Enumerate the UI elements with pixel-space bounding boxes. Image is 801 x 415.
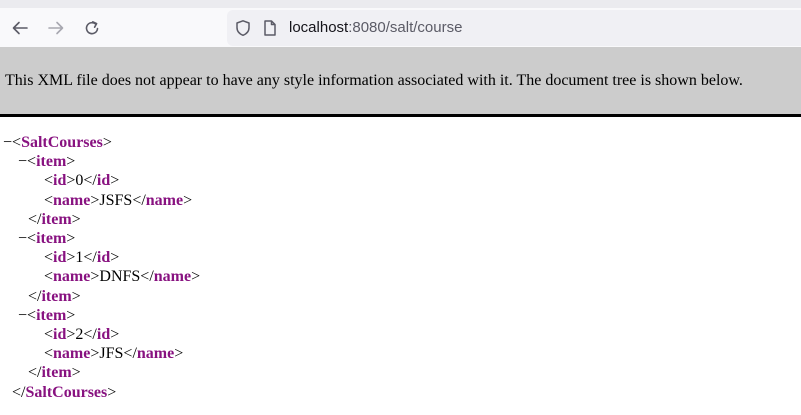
tag-name: id xyxy=(96,326,111,343)
url-text[interactable]: localhost:8080/salt/course xyxy=(289,18,462,38)
collapse-toggle[interactable]: − xyxy=(3,134,12,151)
xml-item-close: </item> xyxy=(28,210,81,228)
arrow-left-icon xyxy=(12,21,28,35)
tag-name: SaltCourses xyxy=(21,134,103,151)
address-bar[interactable]: localhost:8080/salt/course xyxy=(227,10,801,46)
url-path: :8080/salt/course xyxy=(348,19,463,36)
tag-name: id xyxy=(96,172,111,190)
collapse-toggle[interactable]: − xyxy=(18,307,27,324)
tag-name: item xyxy=(36,153,67,171)
name-value: JFS xyxy=(99,345,124,363)
tag-name: name xyxy=(153,268,192,286)
xml-id-element: <id>1</id> xyxy=(44,249,120,267)
tag-name: item xyxy=(41,287,72,305)
xml-name-element: <name>JSFS</name> xyxy=(44,191,193,209)
back-button[interactable] xyxy=(8,16,32,40)
name-value: JSFS xyxy=(99,191,133,209)
xml-root-close: </SaltCourses> xyxy=(12,383,117,401)
tag-name: id xyxy=(53,249,67,267)
tag-name: name xyxy=(53,268,91,286)
tracking-protection-shield-icon[interactable] xyxy=(234,19,252,37)
tag-name: item xyxy=(41,364,72,382)
browser-toolbar: localhost:8080/salt/course xyxy=(0,0,801,47)
tag-name: item xyxy=(36,230,67,247)
tag-name: id xyxy=(53,326,67,343)
url-host: localhost xyxy=(289,19,349,36)
collapse-toggle[interactable]: − xyxy=(18,230,27,247)
tag-name: id xyxy=(53,172,67,190)
tag-name: item xyxy=(41,210,72,228)
tab-strip xyxy=(0,0,801,8)
tag-name: name xyxy=(136,345,175,363)
tag-name: name xyxy=(145,191,184,209)
reload-icon xyxy=(85,21,99,35)
xml-name-element: <name>DNFS</name> xyxy=(44,268,201,286)
page-info-icon[interactable] xyxy=(261,19,279,37)
xml-name-element: <name>JFS</name> xyxy=(44,345,184,363)
tag-name: SaltCourses xyxy=(25,383,108,401)
id-value: 1 xyxy=(75,249,84,267)
xml-item-open: −<item> xyxy=(18,230,76,247)
reload-button[interactable] xyxy=(80,16,104,40)
xml-notice-text: This XML file does not appear to have an… xyxy=(5,72,743,89)
tag-name: name xyxy=(53,345,91,363)
xml-id-element: <id>2</id> xyxy=(44,326,120,343)
arrow-right-icon xyxy=(48,21,64,35)
xml-item-open: −<item> xyxy=(18,153,76,171)
id-value: 0 xyxy=(75,172,84,190)
collapse-toggle[interactable]: − xyxy=(18,153,27,170)
tag-name: item xyxy=(36,306,67,324)
xml-root-open: −<SaltCourses> xyxy=(3,134,112,151)
id-value: 2 xyxy=(75,326,84,343)
xml-item-close: </item> xyxy=(28,364,81,382)
forward-button[interactable] xyxy=(44,16,68,40)
tag-name: id xyxy=(96,249,111,267)
xml-id-element: <id>0</id> xyxy=(44,172,120,190)
name-value: DNFS xyxy=(99,268,141,286)
xml-item-open: −<item> xyxy=(18,306,76,324)
xml-item-close: </item> xyxy=(28,287,81,305)
xml-style-notice: This XML file does not appear to have an… xyxy=(0,47,801,117)
tag-name: name xyxy=(53,191,91,209)
